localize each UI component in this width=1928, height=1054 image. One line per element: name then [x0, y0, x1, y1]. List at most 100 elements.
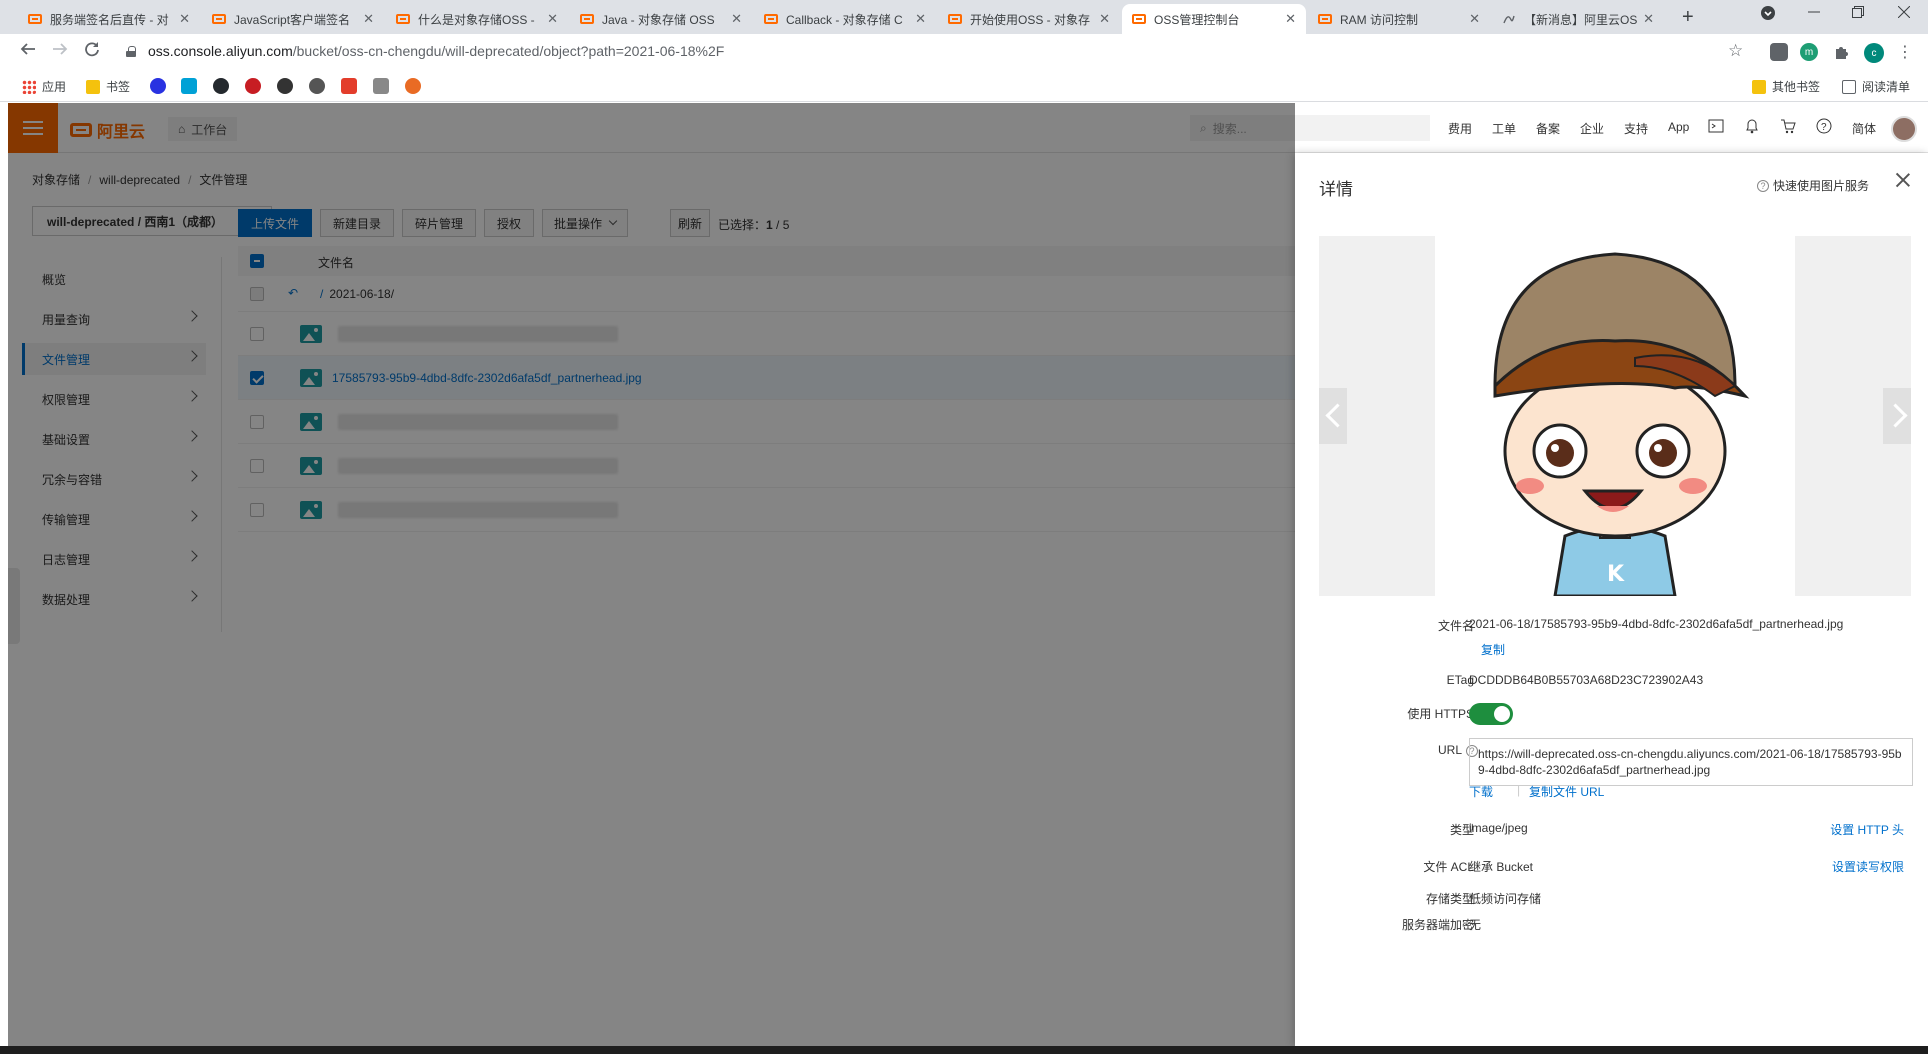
detail-drawer: 详情 ? 快速使用图片服务 K 文件名 2021-06-18/17585793-…	[1295, 153, 1928, 1046]
aliyun-favicon-icon	[396, 14, 410, 24]
browser-tab[interactable]: 【新消息】阿里云OSS ✕	[1492, 4, 1664, 34]
bell-icon[interactable]	[1744, 118, 1760, 134]
site-icon[interactable]	[277, 78, 293, 94]
close-icon[interactable]	[1894, 171, 1912, 189]
github-icon[interactable]	[213, 78, 229, 94]
browser-tab-active[interactable]: OSS管理控制台 ✕	[1122, 4, 1306, 34]
browser-tab[interactable]: Java - 对象存储 OSS ✕	[570, 4, 752, 34]
os-taskbar	[0, 1046, 1928, 1054]
aliyun-favicon-icon	[764, 14, 778, 24]
bookmark-apps[interactable]: 应用	[22, 78, 66, 95]
csdn-icon[interactable]	[405, 78, 421, 94]
new-tab-button[interactable]: +	[1682, 6, 1694, 29]
site-icon[interactable]	[309, 78, 325, 94]
drawer-title: 详情	[1319, 180, 1353, 199]
etag-value: DCDDDB64B0B55703A68D23C723902A43	[1469, 673, 1704, 687]
browser-tab[interactable]: Callback - 对象存储 C ✕	[754, 4, 936, 34]
oss-console: 阿里云 ⌂ 工作台 ⌕ 搜索... 费用 工单 备案 企业 支持 App ? 简体 …	[8, 103, 1928, 1046]
profile-avatar[interactable]: c	[1864, 43, 1884, 63]
browser-tab[interactable]: 什么是对象存储OSS - ✕	[386, 4, 568, 34]
nav-link-enterprise[interactable]: 企业	[1580, 120, 1604, 137]
nav-link-app[interactable]: App	[1668, 120, 1689, 134]
browser-tab[interactable]: RAM 访问控制 ✕	[1308, 4, 1490, 34]
signature-favicon-icon	[1502, 12, 1516, 26]
back-arrow-icon[interactable]	[20, 41, 36, 62]
download-link[interactable]: 下载	[1469, 783, 1493, 800]
bookmarks-bar: 应用 书签 其他书签 阅读清单	[0, 70, 1928, 102]
close-tab-icon[interactable]: ✕	[731, 11, 742, 27]
preview-image: K	[1435, 236, 1795, 596]
gitee-icon[interactable]	[245, 78, 261, 94]
extensions-puzzle-icon[interactable]	[1832, 43, 1850, 61]
url-field[interactable]: oss.console.aliyun.com/bucket/oss-cn-che…	[148, 43, 724, 59]
reading-list-icon	[1842, 79, 1856, 94]
encryption-value: 无	[1469, 918, 1482, 932]
address-bar-row: oss.console.aliyun.com/bucket/oss-cn-che…	[0, 34, 1928, 70]
folder-icon	[86, 79, 100, 94]
modal-backdrop[interactable]	[8, 103, 1295, 1046]
storage-class-value: 低频访问存储	[1469, 892, 1542, 906]
svg-text:K: K	[1607, 562, 1625, 587]
close-tab-icon[interactable]: ✕	[1099, 11, 1110, 27]
set-http-header-link[interactable]: 设置 HTTP 头	[1830, 821, 1904, 838]
reading-list[interactable]: 阅读清单	[1842, 78, 1910, 95]
svg-text:?: ?	[1821, 122, 1827, 133]
baidu-icon[interactable]	[150, 78, 166, 94]
restore-icon[interactable]	[1852, 5, 1864, 21]
site-icon[interactable]	[373, 78, 389, 94]
user-avatar[interactable]	[1891, 116, 1917, 142]
minimize-icon[interactable]	[1808, 5, 1820, 21]
bookmark-folder[interactable]: 书签	[86, 78, 130, 95]
extension-icon[interactable]	[1770, 43, 1788, 61]
more-menu-icon[interactable]: ⋮	[1896, 43, 1914, 61]
copy-url-link[interactable]: 复制文件 URL	[1529, 783, 1604, 800]
close-tab-icon[interactable]: ✕	[363, 11, 374, 27]
nav-link-ticket[interactable]: 工单	[1492, 120, 1516, 137]
nav-link-icp[interactable]: 备案	[1536, 120, 1560, 137]
bilibili-icon[interactable]	[181, 78, 197, 94]
nav-link-billing[interactable]: 费用	[1448, 120, 1472, 137]
filename-value: 2021-06-18/17585793-95b9-4dbd-8dfc-2302d…	[1469, 617, 1844, 631]
close-window-icon[interactable]	[1897, 5, 1911, 21]
browser-tab[interactable]: 服务端签名后直传 - 对 ✕	[18, 4, 200, 34]
forward-arrow-icon[interactable]	[52, 41, 68, 62]
site-icon[interactable]	[341, 78, 357, 94]
close-tab-icon[interactable]: ✕	[1469, 11, 1480, 27]
close-tab-icon[interactable]: ✕	[1643, 11, 1654, 27]
question-icon: ?	[1757, 179, 1769, 192]
cartoon-boy-illustration: K	[1493, 252, 1750, 596]
browser-tab[interactable]: JavaScript客户端签名 ✕	[202, 4, 384, 34]
image-service-help-link[interactable]: ? 快速使用图片服务	[1757, 177, 1869, 194]
copy-filename-link[interactable]: 复制	[1481, 641, 1505, 658]
aliyun-favicon-icon	[1132, 14, 1146, 24]
extension-m-icon[interactable]: m	[1800, 43, 1818, 61]
browser-tabbar: 服务端签名后直传 - 对 ✕ JavaScript客户端签名 ✕ 什么是对象存储OS…	[0, 0, 1928, 34]
help-icon[interactable]: ?	[1816, 118, 1832, 134]
aliyun-favicon-icon	[28, 14, 42, 24]
next-image-button[interactable]	[1883, 388, 1911, 444]
close-tab-icon[interactable]: ✕	[915, 11, 926, 27]
browser-tab[interactable]: 开始使用OSS - 对象存 ✕	[938, 4, 1120, 34]
image-preview: K	[1319, 236, 1911, 596]
bookmark-star-icon[interactable]: ☆	[1728, 41, 1743, 61]
type-value: image/jpeg	[1469, 821, 1528, 835]
close-tab-icon[interactable]: ✕	[179, 11, 190, 27]
terminal-icon[interactable]	[1708, 118, 1724, 134]
other-bookmarks[interactable]: 其他书签	[1752, 78, 1820, 95]
aliyun-favicon-icon	[948, 14, 962, 24]
cart-icon[interactable]	[1780, 118, 1796, 134]
close-tab-icon[interactable]: ✕	[1285, 11, 1296, 27]
aliyun-favicon-icon	[1318, 14, 1332, 24]
acl-value: 继承 Bucket	[1469, 860, 1534, 874]
apps-grid-icon	[22, 79, 36, 94]
language-switch[interactable]: 简体	[1852, 120, 1876, 137]
nav-link-support[interactable]: 支持	[1624, 120, 1648, 137]
previous-image-button[interactable]	[1319, 388, 1347, 444]
tab-search-icon[interactable]	[1760, 5, 1776, 24]
set-acl-link[interactable]: 设置读写权限	[1832, 858, 1904, 875]
close-tab-icon[interactable]: ✕	[547, 11, 558, 27]
aliyun-favicon-icon	[212, 14, 226, 24]
url-textbox[interactable]: https://will-deprecated.oss-cn-chengdu.a…	[1469, 738, 1913, 786]
https-toggle[interactable]	[1469, 703, 1513, 725]
reload-icon[interactable]	[84, 41, 100, 62]
